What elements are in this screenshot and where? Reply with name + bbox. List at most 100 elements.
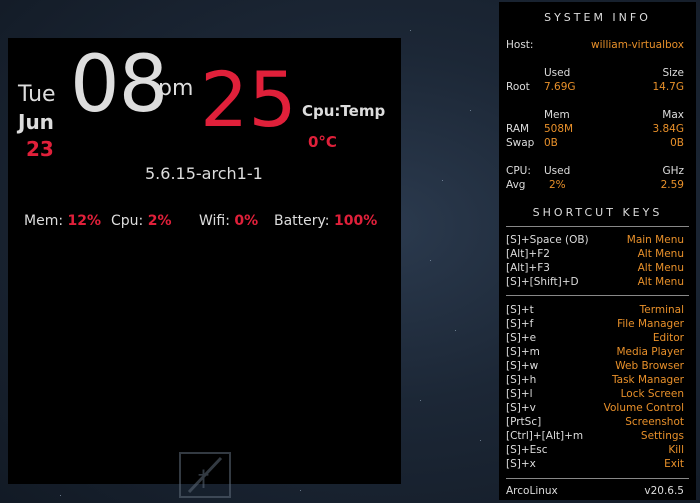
mem-usage-label: Mem:: [24, 213, 64, 229]
shortcut-key: [S]+t: [506, 304, 534, 316]
clock-hour: 08: [70, 40, 168, 130]
divider: [506, 295, 689, 296]
shortcut-action: Exit: [664, 458, 684, 470]
shortcut-action: Alt Menu: [637, 248, 684, 260]
shortcut-action: Alt Menu: [637, 262, 684, 274]
cpu-usage-stat: Cpu: 2%: [111, 213, 172, 229]
shortcut-key: [S]+x: [506, 458, 536, 470]
root-size-value: 14.7G: [652, 81, 684, 93]
shortcut-key: [S]+Esc: [506, 444, 548, 456]
wifi-usage-stat: Wifi: 0%: [199, 213, 258, 229]
swap-max-value: 0B: [670, 137, 684, 149]
distro-version: v20.6.5: [644, 485, 684, 497]
shortcut-action: Lock Screen: [620, 388, 684, 400]
system-info-title: SYSTEM INFO: [544, 11, 651, 24]
shortcut-key: [S]+h: [506, 374, 537, 386]
shortcut-key: [S]+w: [506, 360, 539, 372]
mem-usage-stat: Mem: 12%: [24, 213, 101, 229]
shortcut-action: File Manager: [617, 318, 684, 330]
shortcut-action: Media Player: [616, 346, 684, 358]
cpu-temp-value: 0°C: [308, 133, 337, 151]
shortcut-key: [S]+m: [506, 346, 540, 358]
month-label: Jun: [18, 110, 54, 134]
cpu-temp-label: Cpu:Temp: [302, 102, 386, 120]
divider: [506, 478, 689, 479]
shortcut-row: [S]+m Media Player: [506, 346, 684, 360]
shortcut-row: [S]+h Task Manager: [506, 374, 684, 388]
shortcut-action: Web Browser: [615, 360, 684, 372]
kernel-version: 5.6.15-arch1-1: [145, 164, 263, 183]
shortcut-key: [S]+l: [506, 388, 533, 400]
battery-value: 100%: [333, 213, 378, 229]
svg-text:†: †: [198, 467, 209, 492]
system-info-conky-panel: SYSTEM INFO Host: william-virtualbox Use…: [499, 2, 696, 500]
shortcut-key: [Ctrl]+[Alt]+m: [506, 430, 584, 442]
shortcut-key: [S]+Space (OB): [506, 234, 589, 246]
shortcut-row: [Ctrl]+[Alt]+m Settings: [506, 430, 684, 444]
shortcut-action: Main Menu: [626, 234, 684, 246]
shortcut-key: [PrtSc]: [506, 416, 542, 428]
shortcut-row: [S]+[Shift]+D Alt Menu: [506, 276, 684, 290]
shortcut-key: [Alt]+F3: [506, 262, 550, 274]
shortcut-action: Screenshot: [625, 416, 684, 428]
date-label: 23: [26, 137, 54, 161]
shortcut-action: Alt Menu: [637, 276, 684, 288]
shortcut-key: [S]+[Shift]+D: [506, 276, 579, 288]
ram-label: RAM: [506, 123, 530, 135]
shortcut-action: Editor: [652, 332, 684, 344]
shortcut-key: [S]+f: [506, 318, 534, 330]
shortcut-row: [S]+e Editor: [506, 332, 684, 346]
divider: [506, 226, 689, 227]
shortcut-row: [PrtSc] Screenshot: [506, 416, 684, 430]
battery-stat: Battery: 100%: [274, 213, 377, 229]
shortcut-row: [S]+v Volume Control: [506, 402, 684, 416]
shortcut-action: Settings: [640, 430, 684, 442]
host-label: Host:: [506, 39, 534, 51]
shortcut-keys-title: SHORTCUT KEYS: [532, 206, 663, 219]
shortcut-row: [S]+Space (OB) Main Menu: [506, 234, 684, 248]
cpu-used-header: Used: [544, 165, 571, 177]
disk-used-header: Used: [544, 67, 571, 79]
ram-max-value: 3.84G: [652, 123, 684, 135]
shortcut-action: Terminal: [639, 304, 684, 316]
clock-minute: 25: [200, 55, 297, 144]
host-value: william-virtualbox: [591, 39, 684, 51]
shortcut-row: [S]+w Web Browser: [506, 360, 684, 374]
shortcut-row: [S]+t Terminal: [506, 304, 684, 318]
cpu-avg-ghz-value: 2.59: [660, 179, 684, 191]
shortcut-row: [Alt]+F2 Alt Menu: [506, 248, 684, 262]
cpu-ghz-header: GHz: [662, 165, 684, 177]
cpu-usage-value: 2%: [147, 213, 172, 229]
swap-label: Swap: [506, 137, 535, 149]
clock-ampm: pm: [158, 76, 194, 101]
shortcut-action: Task Manager: [611, 374, 684, 386]
wifi-usage-label: Wifi:: [199, 213, 230, 229]
cpu-usage-label: Cpu:: [111, 213, 144, 229]
swap-used-value: 0B: [544, 137, 558, 149]
shortcut-row: [Alt]+F3 Alt Menu: [506, 262, 684, 276]
root-label: Root: [506, 81, 530, 93]
max-header: Max: [662, 109, 684, 121]
shortcut-row: [S]+f File Manager: [506, 318, 684, 332]
mem-usage-value: 12%: [67, 213, 102, 229]
cpu-avg-label: Avg: [506, 179, 526, 191]
shortcut-row: [S]+Esc Kill: [506, 444, 684, 458]
shortcut-action: Kill: [668, 444, 684, 456]
shortcut-key: [S]+v: [506, 402, 536, 414]
arcolinux-logo-icon: †: [179, 452, 231, 498]
battery-label: Battery:: [274, 213, 330, 229]
root-used-value: 7.69G: [544, 81, 576, 93]
disk-size-header: Size: [662, 67, 684, 79]
shortcut-row: [S]+l Lock Screen: [506, 388, 684, 402]
cpu-label: CPU:: [506, 165, 531, 177]
wifi-usage-value: 0%: [234, 213, 259, 229]
mem-header: Mem: [544, 109, 570, 121]
distro-name: ArcoLinux: [506, 485, 558, 497]
ram-used-value: 508M: [544, 123, 574, 135]
weekday-label: Tue: [18, 82, 56, 107]
shortcut-row: [S]+x Exit: [506, 458, 684, 472]
shortcut-action: Volume Control: [603, 402, 684, 414]
clock-conky-panel: Tue Jun 23 08 pm 25 Cpu:Temp 0°C 5.6.15-…: [8, 38, 401, 484]
cpu-avg-used-value: 2%: [549, 179, 566, 191]
shortcut-key: [S]+e: [506, 332, 537, 344]
